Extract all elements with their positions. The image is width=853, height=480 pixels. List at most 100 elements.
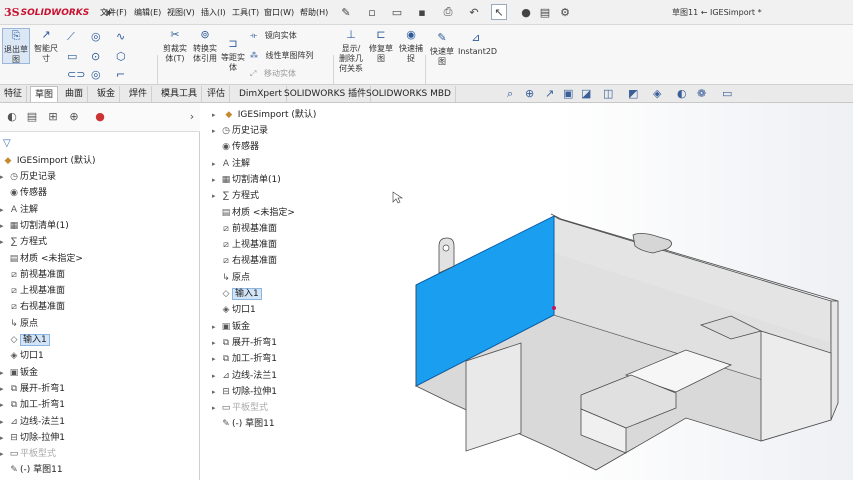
graphics-area[interactable]: ▸ ◆ IGESimport (默认) ▸ ◷ 历史记录 ◉ 传感器 ▸ A 注解 ▸ ▦ 切割清单…	[201, 103, 853, 480]
expand-icon[interactable]: ▸	[0, 365, 8, 381]
pin-icon[interactable]: ✎	[338, 4, 354, 20]
circle-icon[interactable]: ◎	[91, 31, 101, 43]
file-properties-icon[interactable]: ▤	[537, 4, 553, 20]
tree-item[interactable]: ▸ ⊿ 边线-法兰1	[0, 414, 65, 430]
tree-item[interactable]: ⧄ 上视基准面	[0, 283, 65, 299]
trim-entities-button[interactable]: ✂ 剪裁实 体(T)	[160, 28, 190, 64]
tree-item[interactable]: ⧄ 前视基准面	[0, 267, 65, 283]
tree-item[interactable]: ▸ ▭ 平板型式	[0, 446, 56, 462]
dynamic-annotation-icon[interactable]: ◪	[581, 87, 591, 100]
configuration-manager-tab-icon[interactable]: ⊞	[45, 109, 61, 125]
arc-icon[interactable]: ⊙	[91, 51, 100, 63]
repair-sketch-button[interactable]: ⊏ 修复草 图	[367, 28, 395, 64]
tree-item[interactable]: ▸ ◷ 历史记录	[0, 169, 56, 185]
tree-item[interactable]: ▸ ⊟ 切除-拉伸1	[0, 430, 65, 446]
spline-icon[interactable]: ∿	[116, 31, 125, 43]
tree-item[interactable]: ▸ ⧉ 展开-折弯1	[0, 381, 65, 397]
tab-features[interactable]: 特征	[0, 86, 28, 102]
tab-solidworks-addins[interactable]: SOLIDWORKS 插件	[280, 86, 372, 102]
tree-item[interactable]: ◇ 输入1	[0, 332, 50, 348]
smart-dimension-button[interactable]: ↗ 智能尺 寸	[32, 28, 60, 64]
apply-scene-icon[interactable]: ❁	[697, 87, 706, 100]
section-view-icon[interactable]: ▣	[563, 87, 573, 100]
display-style-icon[interactable]: ◩	[628, 87, 638, 100]
convert-entities-button[interactable]: ⊚ 转换实 体引用	[190, 28, 220, 64]
new-file-icon[interactable]: ▫	[364, 4, 380, 20]
filter-icon[interactable]: ▽	[3, 138, 11, 149]
view-settings-icon[interactable]: ▭	[722, 87, 732, 100]
tree-item[interactable]: ▸ ▣ 钣金	[0, 365, 38, 381]
menu-edit[interactable]: 编辑(E)	[134, 7, 161, 18]
select-icon[interactable]: ↖	[491, 4, 507, 20]
linear-pattern-button[interactable]: ⁂ 线性草图阵列	[250, 51, 314, 61]
offset-entities-button[interactable]: ⊐ 等距实 体	[219, 37, 247, 73]
open-file-icon[interactable]: ▭	[389, 4, 405, 20]
hide-show-items-icon[interactable]: ◈	[653, 87, 661, 100]
dimxpert-manager-tab-icon[interactable]: ⊕	[66, 109, 82, 125]
menu-help[interactable]: 帮助(H)	[300, 7, 328, 18]
property-manager-tab-icon[interactable]: ▤	[24, 109, 40, 125]
zoom-to-fit-icon[interactable]: ⌕	[507, 87, 513, 101]
tab-solidworks-mbd[interactable]: SOLIDWORKS MBD	[362, 86, 456, 102]
tab-mold-tools[interactable]: 模具工具	[157, 86, 203, 102]
rectangle-icon[interactable]: ▭	[67, 51, 77, 63]
undo-icon[interactable]: ↶	[466, 4, 482, 20]
point-icon[interactable]: ⌐	[116, 69, 125, 81]
right-wall[interactable]	[830, 300, 839, 421]
menu-insert[interactable]: 插入(I)	[201, 7, 226, 18]
tree-item[interactable]: ▸ ⧉ 加工-折弯1	[0, 397, 65, 413]
menu-tools[interactable]: 工具(T)	[232, 7, 259, 18]
expand-icon[interactable]: ▸	[0, 414, 8, 430]
instant2d-button[interactable]: ⊿ Instant2D	[458, 31, 497, 57]
tab-surfaces[interactable]: 曲面	[61, 86, 89, 102]
rapid-sketch-button[interactable]: ✎ 快速草 图	[428, 31, 456, 67]
previous-view-icon[interactable]: ↗	[545, 87, 554, 100]
polygon-icon[interactable]: ⬡	[116, 51, 126, 63]
edit-appearance-icon[interactable]: ◐	[677, 87, 687, 100]
rebuild-icon[interactable]: ●	[518, 4, 534, 20]
expand-icon[interactable]: ▸	[0, 218, 8, 234]
tree-item[interactable]: ▤ 材质 <未指定>	[0, 251, 83, 267]
expand-icon[interactable]: ▸	[0, 397, 8, 413]
tree-item[interactable]: ▸ ∑ 方程式	[0, 234, 47, 250]
expand-icon[interactable]: ▸	[0, 202, 8, 218]
quick-snaps-button[interactable]: ◉ 快速捕 捉	[397, 28, 425, 64]
save-icon[interactable]: ▪	[414, 4, 430, 20]
display-manager-tab-icon[interactable]: ●	[92, 109, 108, 125]
front-left-flange[interactable]	[465, 342, 522, 452]
tab-weldments[interactable]: 焊件	[125, 86, 153, 102]
tree-item[interactable]: ▸ ▦ 切割清单(1)	[0, 218, 69, 234]
display-relations-button[interactable]: ⊥ 显示/ 删除几 何关系	[337, 28, 365, 74]
tree-item[interactable]: ↳ 原点	[0, 316, 38, 332]
tab-sketch[interactable]: 草图	[30, 86, 59, 102]
menu-view[interactable]: 视图(V)	[167, 7, 195, 18]
menu-file[interactable]: 文件(F)	[100, 7, 127, 18]
expand-icon[interactable]: ▸	[0, 169, 8, 185]
expand-icon[interactable]: ▸	[0, 381, 8, 397]
move-entities-button[interactable]: ⤢ 移动实体	[250, 69, 296, 79]
tree-item[interactable]: ✎ (-) 草图11	[0, 462, 62, 478]
tree-item[interactable]: ▸ A 注解	[0, 202, 38, 218]
mirror-entities-button[interactable]: ⟛ 镜向实体	[250, 31, 297, 41]
menu-window[interactable]: 窗口(W)	[264, 7, 294, 18]
options-gear-icon[interactable]: ⚙	[557, 4, 573, 20]
tree-item[interactable]: ◈ 切口1	[0, 348, 44, 364]
exit-sketch-button[interactable]: ⎘ 退出草 图	[2, 28, 30, 64]
line-icon[interactable]: ⟋	[67, 31, 75, 43]
view-orientation-icon[interactable]: ◫	[603, 87, 613, 100]
tree-item[interactable]: ◉ 传感器	[0, 185, 47, 201]
zoom-area-icon[interactable]: ⊕	[525, 87, 534, 100]
expand-icon[interactable]: ▸	[0, 234, 8, 250]
tab-evaluate[interactable]: 评估	[203, 86, 231, 102]
tab-sheet-metal[interactable]: 钣金	[93, 86, 121, 102]
sheet-metal-model[interactable]	[201, 103, 853, 480]
feature-manager-tab-icon[interactable]: ◐	[4, 109, 20, 125]
slot-icon[interactable]: ⊂⊃	[67, 69, 85, 81]
expand-icon[interactable]: ▸	[0, 446, 8, 462]
print-icon[interactable]: ⎙	[440, 4, 456, 20]
panel-expand-icon[interactable]: ›	[184, 109, 200, 125]
expand-icon[interactable]: ▸	[0, 430, 8, 446]
fillet-icon[interactable]: ◎	[91, 69, 101, 81]
tree-root[interactable]: ◆ IGESimport (默认)	[2, 153, 96, 169]
tree-item[interactable]: ⧄ 右视基准面	[0, 299, 65, 315]
